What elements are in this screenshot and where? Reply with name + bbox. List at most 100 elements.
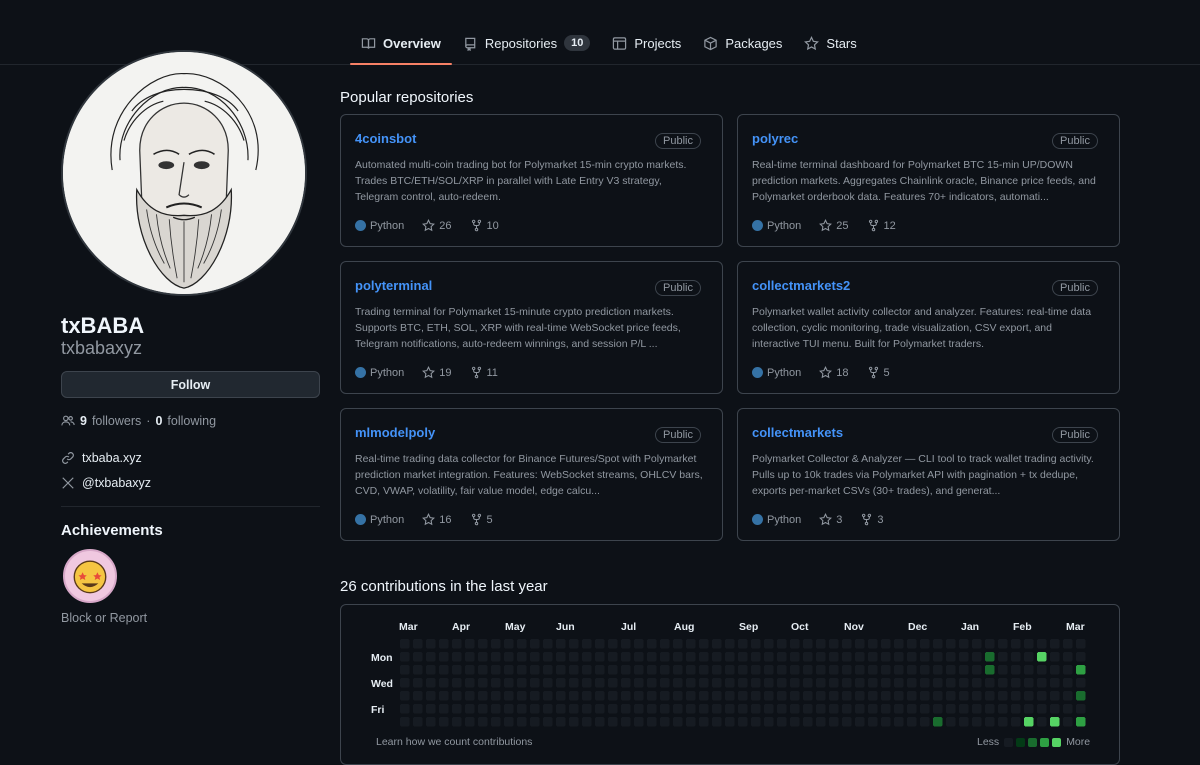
repo-card: polyrec Public Real-time terminal dashboar… [737, 114, 1120, 247]
month-label: Sep [739, 621, 759, 633]
month-label: Jan [961, 621, 980, 633]
repo-card: collectmarkets2 Public Polymarket wallet a… [737, 261, 1120, 394]
twitter-row: @txbabaxyz [61, 476, 151, 490]
star-icon [819, 366, 833, 379]
separator: · [146, 414, 151, 428]
day-label: Fri [371, 704, 385, 716]
popular-repositories-title: Popular repositories [340, 89, 474, 106]
star-count: 25 [836, 219, 849, 232]
repo-description: Polymarket wallet activity collector and… [752, 306, 1092, 350]
forks-link[interactable]: 3 [860, 513, 884, 526]
tab-stars[interactable]: Stars [793, 22, 867, 64]
repo-meta: Python 25 12 [752, 219, 896, 232]
tab-label: Projects [634, 35, 682, 51]
avatar[interactable] [61, 50, 307, 296]
day-label: Wed [371, 678, 393, 690]
repo-card: 4coinsbot Public Automated multi-coin trad… [340, 114, 723, 247]
repo-description: Polymarket Collector & Analyzer — CLI to… [752, 453, 1094, 497]
repo-name-link[interactable]: polyterminal [355, 278, 432, 293]
stars-link[interactable]: 18 [819, 366, 849, 379]
repo-meta: Python 18 5 [752, 366, 890, 379]
repo-meta: Python 16 5 [355, 513, 493, 526]
star-count: 16 [439, 513, 452, 526]
repo-name-link[interactable]: collectmarkets2 [752, 278, 850, 293]
repo-name-link[interactable]: mlmodelpoly [355, 425, 435, 440]
sidebar-divider [61, 506, 320, 507]
followers-label[interactable]: followers [92, 414, 141, 428]
forks-link[interactable]: 10 [470, 219, 499, 232]
following-count[interactable]: 0 [155, 414, 162, 428]
fork-count: 12 [883, 219, 896, 232]
forks-link[interactable]: 5 [867, 366, 890, 379]
repo-count-badge: 10 [564, 35, 591, 51]
month-label: Nov [844, 621, 864, 633]
forks-link[interactable]: 11 [470, 366, 498, 379]
stars-link[interactable]: 3 [819, 513, 842, 526]
repo-name-link[interactable]: polyrec [752, 131, 798, 146]
forks-link[interactable]: 5 [470, 513, 493, 526]
month-label: Jul [621, 621, 637, 633]
repo-description: Real-time trading data collector for Bin… [355, 453, 703, 497]
legend-less-label: Less [977, 736, 1000, 748]
stars-link[interactable]: 19 [422, 366, 452, 379]
fork-icon [868, 366, 878, 379]
book-icon [361, 37, 376, 49]
fork-count: 11 [486, 366, 498, 379]
tab-repositories[interactable]: Repositories 10 [452, 22, 602, 64]
learn-contributions-link[interactable]: Learn how we count contributions [376, 736, 532, 748]
fork-count: 10 [486, 219, 499, 232]
following-label[interactable]: following [167, 414, 216, 428]
legend-more-label: More [1066, 736, 1091, 748]
repo-name-link[interactable]: 4coinsbot [355, 131, 416, 146]
follow-button[interactable]: Follow [61, 371, 320, 398]
repo-description: Real-time terminal dashboard for Polymar… [752, 159, 1096, 203]
star-count: 3 [836, 513, 843, 526]
month-label: Mar [399, 621, 418, 633]
stars-link[interactable]: 26 [422, 219, 452, 232]
tab-label: Packages [725, 35, 783, 51]
stars-link[interactable]: 16 [422, 513, 452, 526]
star-icon [422, 513, 436, 526]
legend-level-square [1028, 737, 1038, 747]
repo-language: Python [767, 366, 802, 379]
profile-name: txBABA [61, 313, 145, 338]
tab-projects[interactable]: Projects [601, 22, 692, 64]
month-label: Oct [791, 621, 809, 633]
block-or-report-link[interactable]: Block or Report [61, 611, 147, 625]
month-label: Aug [674, 621, 695, 633]
fork-icon [471, 366, 481, 379]
repo-name-link[interactable]: collectmarkets [752, 425, 843, 440]
repo-meta: Python 3 3 [752, 513, 884, 526]
language-color-dot [752, 367, 763, 378]
repo-card: polyterminal Public Trading terminal for P… [340, 261, 723, 394]
contribution-legend: Less More [977, 736, 1090, 748]
tab-overview[interactable]: Overview [350, 22, 452, 65]
forks-link[interactable]: 12 [867, 219, 896, 232]
fork-icon [868, 219, 878, 232]
repo-language: Python [767, 219, 802, 232]
legend-level-square [1052, 737, 1062, 747]
twitter-link[interactable]: @txbabaxyz [82, 476, 151, 490]
repo-card: mlmodelpoly Public Real-time trading data … [340, 408, 723, 541]
month-label: May [505, 621, 526, 633]
visibility-badge: Public [1052, 133, 1098, 149]
tab-packages[interactable]: Packages [692, 22, 793, 64]
fork-icon [862, 513, 872, 526]
legend-squares [1004, 737, 1062, 747]
fork-icon [471, 219, 481, 232]
month-label: Feb [1013, 621, 1032, 633]
stars-link[interactable]: 25 [819, 219, 849, 232]
day-label: Mon [371, 652, 393, 664]
achievement-badge[interactable] [63, 549, 117, 603]
repo-icon [465, 37, 476, 51]
followers-count[interactable]: 9 [80, 414, 87, 428]
star-icon [422, 366, 436, 379]
website-link[interactable]: txbaba.xyz [82, 451, 142, 465]
legend-level-square [1016, 737, 1026, 747]
month-label: Dec [908, 621, 928, 633]
language-color-dot [752, 514, 763, 525]
package-icon [704, 36, 718, 50]
visibility-badge: Public [1052, 280, 1098, 296]
visibility-badge: Public [655, 427, 701, 443]
legend-level-square [1040, 737, 1050, 747]
